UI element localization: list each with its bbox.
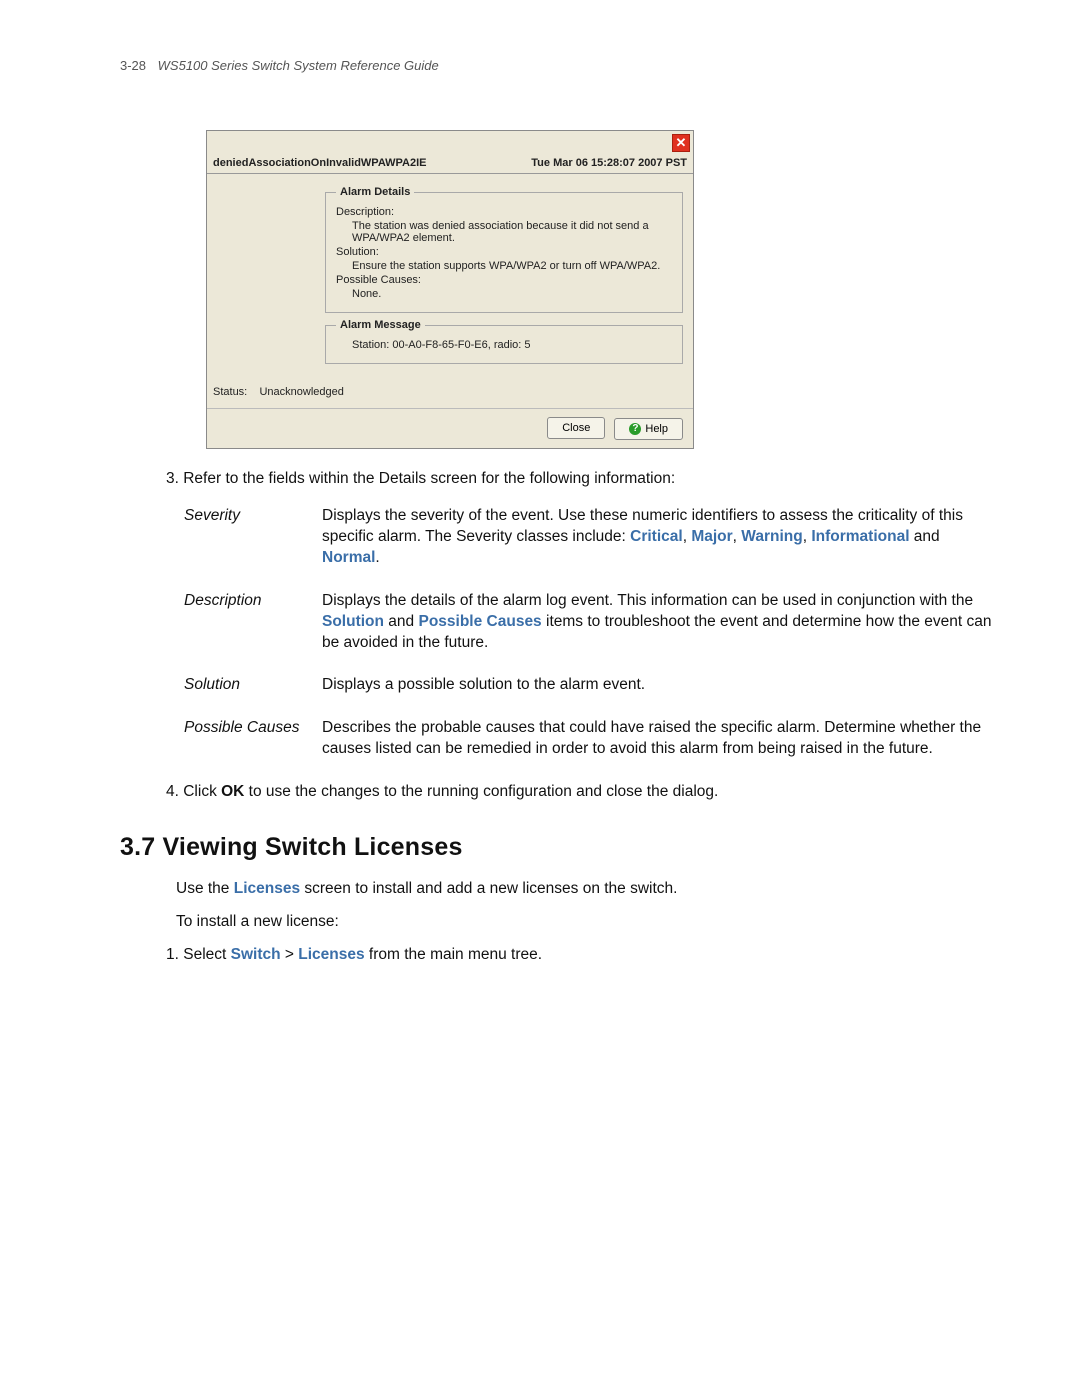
- section-step-1: 1. Select Switch > Licenses from the mai…: [120, 945, 1000, 966]
- def-term-severity: Severity: [184, 506, 322, 569]
- def-desc-severity: Displays the severity of the event. Use …: [322, 506, 1000, 569]
- section-heading: 3.7 Viewing Switch Licenses: [120, 831, 1000, 865]
- help-button-label: Help: [645, 423, 668, 435]
- field-definitions: Severity Displays the severity of the ev…: [120, 506, 1000, 760]
- def-severity: Severity Displays the severity of the ev…: [184, 506, 1000, 569]
- def-desc-description: Displays the details of the alarm log ev…: [322, 591, 1000, 654]
- alarm-message-group: Alarm Message Station: 00-A0-F8-65-F0-E6…: [325, 319, 683, 364]
- dialog-topstrip: ✕: [207, 131, 693, 155]
- doc-title: WS5100 Series Switch System Reference Gu…: [158, 58, 439, 73]
- alarm-details-dialog: ✕ deniedAssociationOnInvalidWPAWPA2IE Tu…: [206, 130, 694, 449]
- alarm-details-legend: Alarm Details: [336, 186, 414, 198]
- def-solution: Solution Displays a possible solution to…: [184, 675, 1000, 696]
- def-description: Description Displays the details of the …: [184, 591, 1000, 654]
- section-p1: Use the Licenses screen to install and a…: [120, 879, 1000, 900]
- dialog-timestamp: Tue Mar 06 15:28:07 2007 PST: [531, 157, 687, 169]
- def-desc-causes: Describes the probable causes that could…: [322, 718, 1000, 760]
- causes-label: Possible Causes:: [336, 274, 672, 286]
- page-number: 3-28: [120, 58, 146, 73]
- def-term-solution: Solution: [184, 675, 322, 696]
- page-header: 3-28 WS5100 Series Switch System Referen…: [120, 58, 439, 73]
- alarm-message-legend: Alarm Message: [336, 319, 425, 331]
- section-p2: To install a new license:: [120, 912, 1000, 933]
- status-row: Status: Unacknowledged: [207, 376, 693, 408]
- help-button[interactable]: ? Help: [614, 418, 683, 440]
- close-button[interactable]: Close: [547, 417, 605, 439]
- close-icon[interactable]: ✕: [672, 134, 690, 152]
- solution-label: Solution:: [336, 246, 672, 258]
- description-label: Description:: [336, 206, 672, 218]
- close-button-label: Close: [562, 422, 590, 434]
- status-label: Status:: [213, 386, 247, 398]
- dialog-button-row: Close ? Help: [207, 408, 693, 448]
- alarm-details-group: Alarm Details Description: The station w…: [325, 186, 683, 313]
- def-causes: Possible Causes Describes the probable c…: [184, 718, 1000, 760]
- step-4: 4. Click OK to use the changes to the ru…: [120, 782, 1000, 803]
- help-icon: ?: [629, 423, 641, 435]
- def-desc-solution: Displays a possible solution to the alar…: [322, 675, 1000, 696]
- dialog-title: deniedAssociationOnInvalidWPAWPA2IE: [213, 157, 427, 169]
- alarm-message-text: Station: 00-A0-F8-65-F0-E6, radio: 5: [336, 339, 672, 351]
- status-value: Unacknowledged: [259, 386, 343, 398]
- solution-text: Ensure the station supports WPA/WPA2 or …: [336, 260, 672, 272]
- def-term-description: Description: [184, 591, 322, 654]
- dialog-titlebar: deniedAssociationOnInvalidWPAWPA2IE Tue …: [207, 155, 693, 174]
- dialog-body: Alarm Details Description: The station w…: [207, 174, 693, 376]
- causes-text: None.: [336, 288, 672, 300]
- def-term-causes: Possible Causes: [184, 718, 322, 760]
- description-text: The station was denied association becau…: [336, 220, 672, 244]
- step-3: 3. Refer to the fields within the Detail…: [120, 469, 1000, 490]
